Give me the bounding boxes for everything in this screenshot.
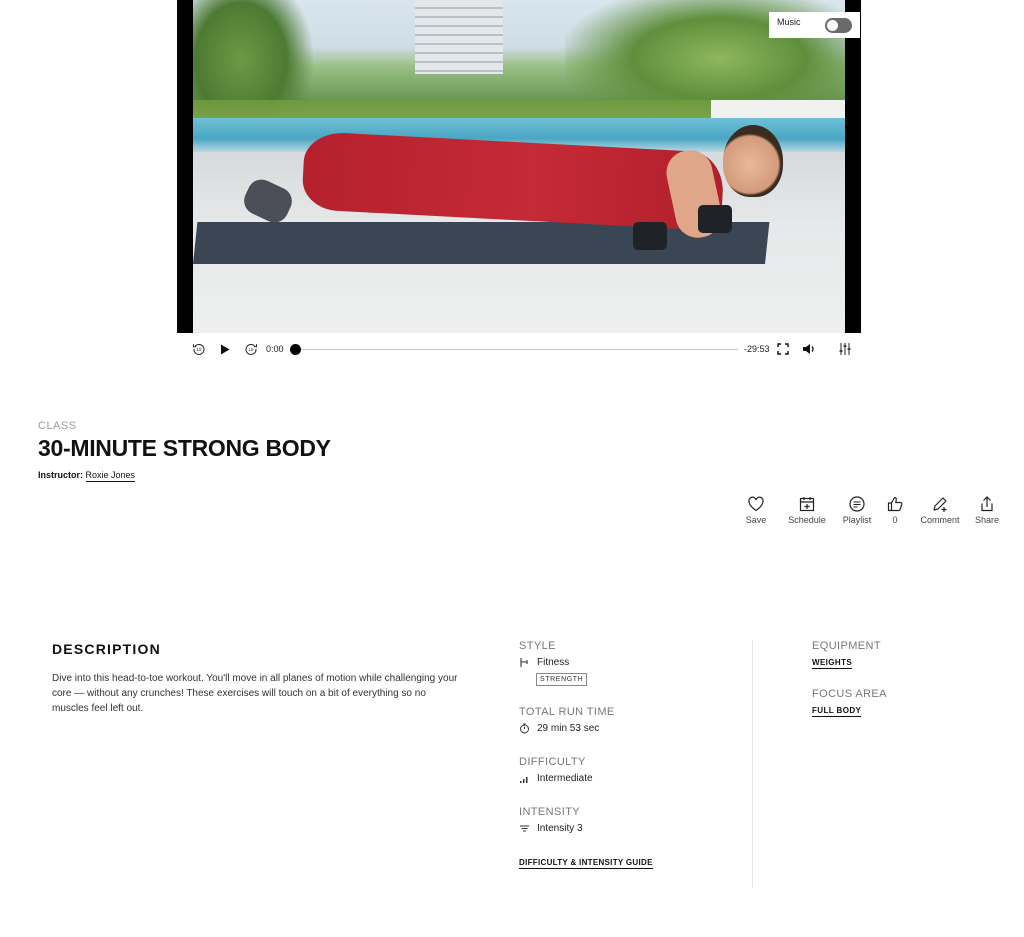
style-branch-icon	[519, 657, 530, 668]
difficulty-value-row: Intermediate	[519, 773, 749, 784]
instructor-label: Instructor:	[38, 470, 83, 480]
remaining-time: -29:53	[744, 344, 770, 354]
style-tag: STRENGTH	[536, 673, 588, 686]
intensity-value: Intensity 3	[537, 823, 583, 834]
runtime-value: 29 min 53 sec	[537, 723, 600, 734]
share-button[interactable]: Share	[966, 495, 1008, 529]
equipment-field: EQUIPMENT WEIGHTS	[812, 640, 1012, 670]
playlist-label: Playlist	[842, 515, 872, 525]
calendar-plus-icon	[798, 495, 816, 513]
intensity-lines-icon	[519, 823, 530, 834]
difficulty-value: Intermediate	[537, 773, 593, 784]
column-divider	[752, 640, 753, 888]
class-details: STYLE Fitness STRENGTH TOTAL RUN TIME 29…	[519, 640, 749, 870]
video-thumbnail	[193, 0, 845, 333]
save-button[interactable]: Save	[736, 495, 776, 529]
runtime-value-row: 29 min 53 sec	[519, 723, 749, 734]
music-switch[interactable]	[825, 17, 852, 33]
like-button[interactable]: 0	[876, 495, 914, 529]
intensity-label: INTENSITY	[519, 806, 581, 818]
difficulty-field: DIFFICULTY Intermediate	[519, 756, 749, 784]
difficulty-bars-icon	[519, 773, 530, 784]
playlist-button[interactable]: Playlist	[838, 495, 876, 529]
music-toggle[interactable]: Music	[769, 12, 860, 38]
focus-area-field: FOCUS AREA FULL BODY	[812, 688, 1012, 718]
description-text: Dive into this head-to-toe workout. You'…	[52, 673, 458, 714]
comment-label: Comment	[920, 515, 960, 525]
schedule-label: Schedule	[788, 515, 826, 525]
player-controls: 15 15 0:00 -29:53	[188, 338, 856, 360]
share-icon	[978, 495, 996, 513]
playlist-icon	[848, 495, 866, 513]
runtime-field: TOTAL RUN TIME 29 min 53 sec	[519, 706, 749, 734]
progress-handle[interactable]	[290, 343, 301, 355]
volume-icon[interactable]	[800, 340, 818, 358]
schedule-button[interactable]: Schedule	[776, 495, 838, 529]
description-heading: DESCRIPTION	[52, 641, 161, 657]
stopwatch-icon	[519, 723, 530, 734]
sliders-icon[interactable]	[836, 340, 854, 358]
fullscreen-icon[interactable]	[774, 340, 792, 358]
comment-button[interactable]: Comment	[914, 495, 966, 529]
music-switch-knob	[827, 19, 838, 31]
class-tags: EQUIPMENT WEIGHTS FOCUS AREA FULL BODY	[812, 640, 1012, 740]
instructor-line: Instructor: Roxie Jones	[38, 470, 136, 482]
current-time: 0:00	[266, 344, 284, 354]
music-label: Music	[777, 17, 801, 27]
intensity-field: INTENSITY Intensity 3	[519, 806, 749, 834]
style-field: STYLE Fitness STRENGTH	[519, 640, 749, 686]
pencil-plus-icon	[931, 495, 949, 513]
svg-text:15: 15	[248, 347, 254, 352]
like-count: 0	[892, 515, 898, 525]
progress-bar[interactable]	[290, 343, 738, 355]
equipment-weights-link[interactable]: WEIGHTS	[812, 658, 853, 669]
difficulty-label: DIFFICULTY	[519, 756, 586, 768]
intensity-value-row: Intensity 3	[519, 823, 749, 834]
svg-text:15: 15	[196, 347, 202, 352]
instructor-link[interactable]: Roxie Jones	[85, 470, 136, 482]
class-kicker: CLASS	[38, 420, 77, 432]
heart-icon	[747, 495, 765, 513]
style-value: Fitness	[537, 657, 570, 668]
class-actions: Save Schedule Playlist 0 Comment Share	[736, 495, 1008, 529]
page-title: 30-MINUTE STRONG BODY	[38, 435, 331, 461]
skip-forward-15-icon[interactable]: 15	[242, 340, 260, 358]
video-player[interactable]	[177, 0, 861, 333]
difficulty-intensity-guide-link[interactable]: DIFFICULTY & INTENSITY GUIDE	[519, 858, 653, 869]
style-label: STYLE	[519, 640, 556, 652]
thumbs-up-icon	[886, 495, 904, 513]
skip-back-15-icon[interactable]: 15	[190, 340, 208, 358]
play-icon[interactable]	[216, 340, 234, 358]
focus-area-label: FOCUS AREA	[812, 688, 887, 700]
focus-full-body-link[interactable]: FULL BODY	[812, 706, 862, 717]
share-label: Share	[974, 515, 1000, 525]
equipment-label: EQUIPMENT	[812, 640, 881, 652]
save-label: Save	[745, 515, 767, 525]
runtime-label: TOTAL RUN TIME	[519, 706, 615, 718]
style-value-row: Fitness	[519, 657, 749, 668]
